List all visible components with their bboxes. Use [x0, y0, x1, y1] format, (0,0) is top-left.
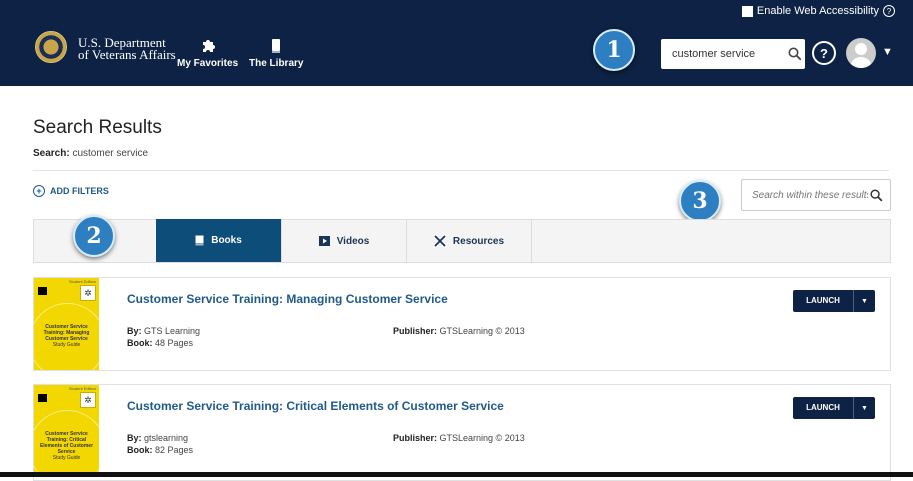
launch-button[interactable]: LAUNCH: [793, 290, 854, 312]
book-icon: [195, 235, 204, 246]
accessibility-toggle[interactable]: Enable Web Accessibility ?: [741, 5, 895, 17]
department-name[interactable]: U.S. Department of Veterans Affairs: [78, 36, 176, 62]
search-within-results[interactable]: [741, 179, 891, 211]
tab-videos[interactable]: Videos: [282, 220, 407, 262]
book-cover[interactable]: Student Edition ✲ Customer Service Train…: [34, 385, 99, 477]
chevron-down-icon[interactable]: ▼: [854, 298, 875, 305]
va-seal-logo[interactable]: [35, 31, 67, 63]
cover-title: Customer Service Training: Managing Cust…: [36, 324, 97, 348]
annotation-marker-2: 2: [73, 215, 115, 257]
cover-title: Customer Service Training: Critical Elem…: [36, 431, 97, 461]
page-title: Search Results: [33, 117, 162, 138]
compass-icon: ✲: [80, 285, 96, 301]
nav-label: The Library: [249, 58, 304, 69]
result-meta-left: By: GTS Learning Book: 48 Pages: [127, 325, 200, 349]
divider: [33, 170, 889, 171]
info-icon[interactable]: ?: [883, 5, 895, 17]
result-card: Student Edition ✲ Customer Service Train…: [33, 277, 891, 371]
pages-line: Book: 82 Pages: [127, 444, 193, 456]
cover-title-text: Customer Service Training: Managing Cust…: [43, 324, 90, 342]
tab-label: Resources: [452, 235, 505, 247]
launch-button[interactable]: LAUNCH: [793, 397, 854, 419]
author-value: gtslearning: [144, 433, 189, 443]
global-search[interactable]: [661, 39, 805, 69]
book-label: Book:: [127, 338, 153, 348]
book-cover[interactable]: Student Edition ✲ Customer Service Train…: [34, 278, 99, 370]
publisher-label: Publisher:: [393, 433, 438, 443]
nav-the-library[interactable]: The Library: [249, 38, 303, 69]
tab-resources[interactable]: Resources: [407, 220, 532, 262]
annotation-marker-1: 1: [593, 29, 635, 71]
accessibility-label: Enable Web Accessibility: [756, 5, 879, 17]
author-line: By: gtslearning: [127, 432, 193, 444]
nav-my-favorites[interactable]: My Favorites: [177, 38, 238, 69]
search-label: Search:: [33, 148, 70, 159]
nav-label: My Favorites: [177, 58, 239, 69]
plus-circle-icon: +: [33, 185, 45, 197]
book-icon: [272, 39, 281, 53]
book-label: Book:: [127, 445, 153, 455]
result-card: Student Edition ✲ Customer Service Train…: [33, 384, 891, 481]
launch-button-group: LAUNCH ▼: [793, 290, 875, 312]
publisher-logo-icon: [38, 287, 47, 295]
cover-edition: Student Edition: [68, 279, 96, 284]
cover-edition: Student Edition: [68, 386, 96, 391]
author-line: By: GTS Learning: [127, 325, 200, 337]
author-label: By:: [127, 326, 142, 336]
search-within-input[interactable]: [750, 188, 870, 202]
search-query: customer service: [72, 148, 149, 159]
pages-value: 82 Pages: [155, 445, 194, 455]
cover-title-text: Customer Service Training: Critical Elem…: [39, 431, 94, 455]
puzzle-icon: [202, 40, 215, 52]
publisher-line: Publisher: GTSLearning © 2013: [393, 432, 525, 444]
accessibility-checkbox[interactable]: [741, 5, 753, 17]
user-icon: [851, 43, 871, 68]
pages-line: Book: 48 Pages: [127, 337, 200, 349]
compass-icon: ✲: [80, 392, 96, 408]
chevron-down-icon[interactable]: ▼: [882, 46, 893, 58]
search-icon[interactable]: [870, 188, 883, 202]
publisher-value: GTSLearning © 2013: [439, 326, 525, 336]
annotation-marker-3: 3: [679, 180, 721, 222]
add-filters-label: ADD FILTERS: [50, 186, 109, 196]
dept-line-2: of Veterans Affairs: [78, 47, 176, 62]
tab-books[interactable]: Books: [156, 219, 282, 262]
search-summary: Search: customer service: [33, 148, 148, 159]
content-type-tabs: Books Videos Resources: [33, 219, 891, 263]
result-title-link[interactable]: Customer Service Training: Managing Cust…: [127, 292, 448, 306]
author-value: GTS Learning: [144, 326, 201, 336]
publisher-label: Publisher:: [393, 326, 438, 336]
cover-subtitle-text: Study Guide: [52, 455, 81, 461]
cover-subtitle-text: Study Guide: [52, 342, 81, 348]
avatar[interactable]: [846, 38, 876, 68]
pages-value: 48 Pages: [155, 338, 194, 348]
help-button[interactable]: ?: [812, 41, 836, 65]
search-input[interactable]: [670, 47, 784, 61]
video-icon: [318, 236, 330, 246]
bottom-edge-bar: [0, 472, 913, 477]
launch-button-group: LAUNCH ▼: [793, 397, 875, 419]
publisher-line: Publisher: GTSLearning © 2013: [393, 325, 525, 337]
tab-label: Videos: [336, 235, 370, 247]
result-title-link[interactable]: Customer Service Training: Critical Elem…: [127, 399, 504, 413]
result-meta-left: By: gtslearning Book: 82 Pages: [127, 432, 193, 456]
author-label: By:: [127, 433, 142, 443]
publisher-logo-icon: [38, 394, 47, 402]
add-filters-button[interactable]: + ADD FILTERS: [33, 185, 109, 197]
tools-icon: [434, 235, 446, 247]
tab-label: Books: [211, 235, 242, 246]
publisher-value: GTSLearning © 2013: [439, 433, 525, 443]
search-icon[interactable]: [788, 47, 802, 61]
chevron-down-icon[interactable]: ▼: [854, 405, 875, 412]
top-header: Enable Web Accessibility ? U.S. Departme…: [0, 0, 913, 86]
